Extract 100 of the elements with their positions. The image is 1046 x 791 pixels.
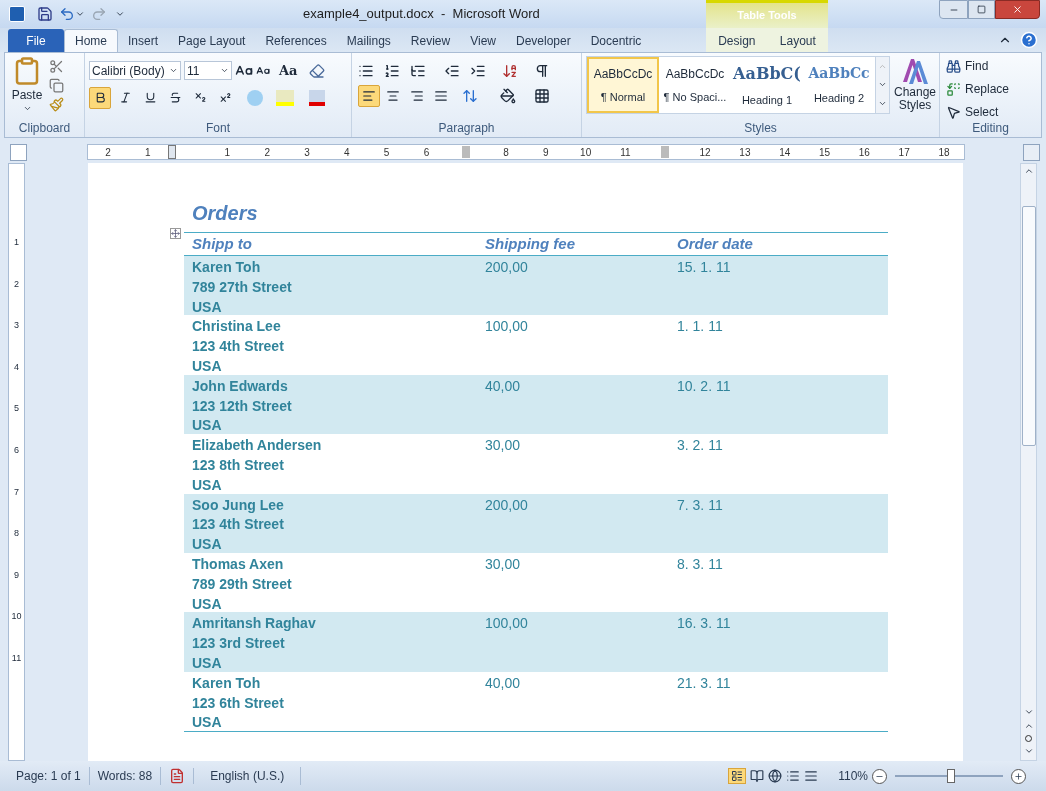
caret-icon[interactable] (75, 9, 85, 19)
group-label: Clipboard (17, 122, 72, 137)
scroll-thumb[interactable] (1021, 206, 1036, 446)
bullets-icon[interactable] (358, 63, 374, 79)
numbering-icon[interactable] (384, 63, 400, 79)
replace-button[interactable]: Replace (946, 80, 1035, 98)
select-button[interactable]: Select (946, 103, 1035, 121)
decrease-indent-icon[interactable] (444, 63, 460, 79)
ribbon-tab[interactable]: Design (712, 29, 762, 52)
page-count[interactable]: Page: 1 of 1 (0, 767, 90, 785)
sort-icon[interactable] (502, 63, 518, 79)
outline-icon[interactable] (786, 769, 801, 783)
table-cell-text: 1. 1. 11 (677, 317, 723, 337)
group-label: Paragraph (437, 122, 496, 137)
ribbon-tab[interactable]: Page Layout (168, 29, 256, 52)
table-cell-text: 100,00 (485, 614, 529, 634)
ribbon-tab[interactable]: References (255, 29, 337, 52)
indent-marker-icon[interactable] (167, 145, 176, 159)
zoom-out-button[interactable] (872, 768, 887, 784)
word-count[interactable]: Words: 88 (89, 767, 162, 785)
reading-view-icon[interactable] (750, 769, 765, 783)
table-cell-text: Soo Jung Lee (192, 495, 284, 515)
ribbon-tab[interactable]: Docentric (580, 29, 652, 52)
ribbon-tab[interactable]: Home (64, 29, 118, 52)
ribbon-tab[interactable]: Review (400, 29, 461, 52)
table-cell: 123 3rd Street (192, 634, 285, 654)
next-page-icon[interactable] (1023, 746, 1034, 756)
font-size-field[interactable]: 11 (184, 61, 232, 81)
style-gallery-item[interactable]: AaBbCcDc ¶ Normal (587, 57, 659, 113)
column-marker-icon[interactable] (462, 146, 471, 158)
show-marks-icon[interactable] (534, 63, 550, 79)
tab-selector-icon[interactable] (10, 143, 27, 161)
change-case-button[interactable]: Aa (279, 61, 298, 81)
scroll-down-icon[interactable] (1023, 707, 1034, 717)
column-marker-icon[interactable] (661, 146, 670, 158)
subscript-icon (193, 91, 207, 104)
shading-icon[interactable] (500, 88, 516, 104)
borders-icon[interactable] (534, 88, 550, 104)
zoom-level[interactable]: 110% (838, 767, 868, 785)
table-cell-text: 123 6th Street (192, 693, 284, 713)
align-button[interactable] (358, 85, 380, 107)
previous-page-icon[interactable] (1023, 721, 1034, 731)
zoom-thumb[interactable] (947, 769, 956, 783)
ribbon-tab[interactable]: Layout (773, 29, 822, 52)
gallery-scroll-bar[interactable] (875, 57, 889, 113)
zoom-in-button[interactable] (1011, 768, 1026, 784)
increase-indent-icon[interactable] (470, 63, 486, 79)
multilevel-list-icon[interactable] (410, 63, 426, 79)
table-cell-text: 123 4th Street (192, 515, 284, 535)
draft-icon[interactable] (804, 769, 819, 783)
table-cell-text: USA (192, 416, 222, 436)
language-indicator[interactable]: English (U.S.) (194, 767, 302, 785)
ribbon-tab[interactable]: Insert (118, 29, 169, 52)
file-tab[interactable]: File (8, 29, 64, 52)
group-label: Font (205, 122, 231, 137)
bold-button[interactable] (89, 86, 111, 109)
scroll-up-icon[interactable] (1023, 166, 1034, 176)
copy-icon[interactable] (49, 78, 64, 93)
table-cell: 123 4th Street (192, 337, 284, 357)
undo-icon[interactable] (59, 6, 75, 22)
save-icon[interactable] (37, 6, 53, 22)
binoculars-icon (946, 58, 961, 74)
table-cell-text: John Edwards (192, 376, 288, 396)
customize-icon[interactable] (115, 9, 125, 19)
page-icon (731, 770, 744, 782)
paste-button[interactable]: Paste (5, 56, 49, 116)
vertical-scroll-bar[interactable] (1020, 163, 1037, 761)
style-gallery-item[interactable]: AaBbC( Heading 1 (731, 57, 803, 113)
table-move-handle-icon[interactable] (170, 228, 181, 239)
cut-icon[interactable] (49, 59, 64, 74)
help-icon[interactable] (1020, 31, 1038, 49)
table-cell-text: 8. 3. 11 (677, 554, 723, 574)
find-button[interactable]: Find (946, 57, 1035, 75)
align-right-icon (410, 89, 424, 103)
line-spacing-icon[interactable] (462, 88, 478, 104)
font-name-field[interactable]: Calibri (Body) (89, 61, 181, 81)
contextual-tab-header: Table Tools (706, 0, 828, 28)
column-header: Order date (677, 233, 753, 254)
clear-formatting-icon[interactable] (308, 62, 325, 79)
print-layout-icon[interactable] (728, 768, 747, 784)
table-cell-text: USA (192, 713, 222, 733)
font-size: 11 (187, 62, 200, 80)
table-cell-text: 789 29th Street (192, 574, 292, 594)
proofing-icon[interactable] (169, 768, 186, 784)
web-layout-icon[interactable] (768, 769, 783, 783)
pointer-icon (946, 104, 961, 120)
ribbon-tab[interactable]: Mailings (336, 29, 401, 52)
font-color-icon[interactable] (309, 89, 325, 106)
table-cell-text: 40,00 (485, 376, 522, 396)
ribbon-tab[interactable]: View (460, 29, 506, 52)
table-cell-text: 40,00 (485, 673, 522, 693)
style-gallery-item[interactable]: AaBbCc Heading 2 (803, 57, 875, 113)
format-painter-icon[interactable] (49, 97, 64, 112)
style-gallery-item[interactable]: AaBbCcDc ¶ No Spaci... (659, 57, 731, 113)
restore-button[interactable] (968, 0, 995, 19)
table-cell-text: Christina Lee (192, 317, 281, 337)
word-logo-icon[interactable] (9, 6, 25, 22)
font-name: Calibri (Body) (92, 62, 165, 80)
ribbon-tab[interactable]: Developer (505, 29, 581, 52)
change-styles-button[interactable]: Change Styles (894, 56, 937, 114)
